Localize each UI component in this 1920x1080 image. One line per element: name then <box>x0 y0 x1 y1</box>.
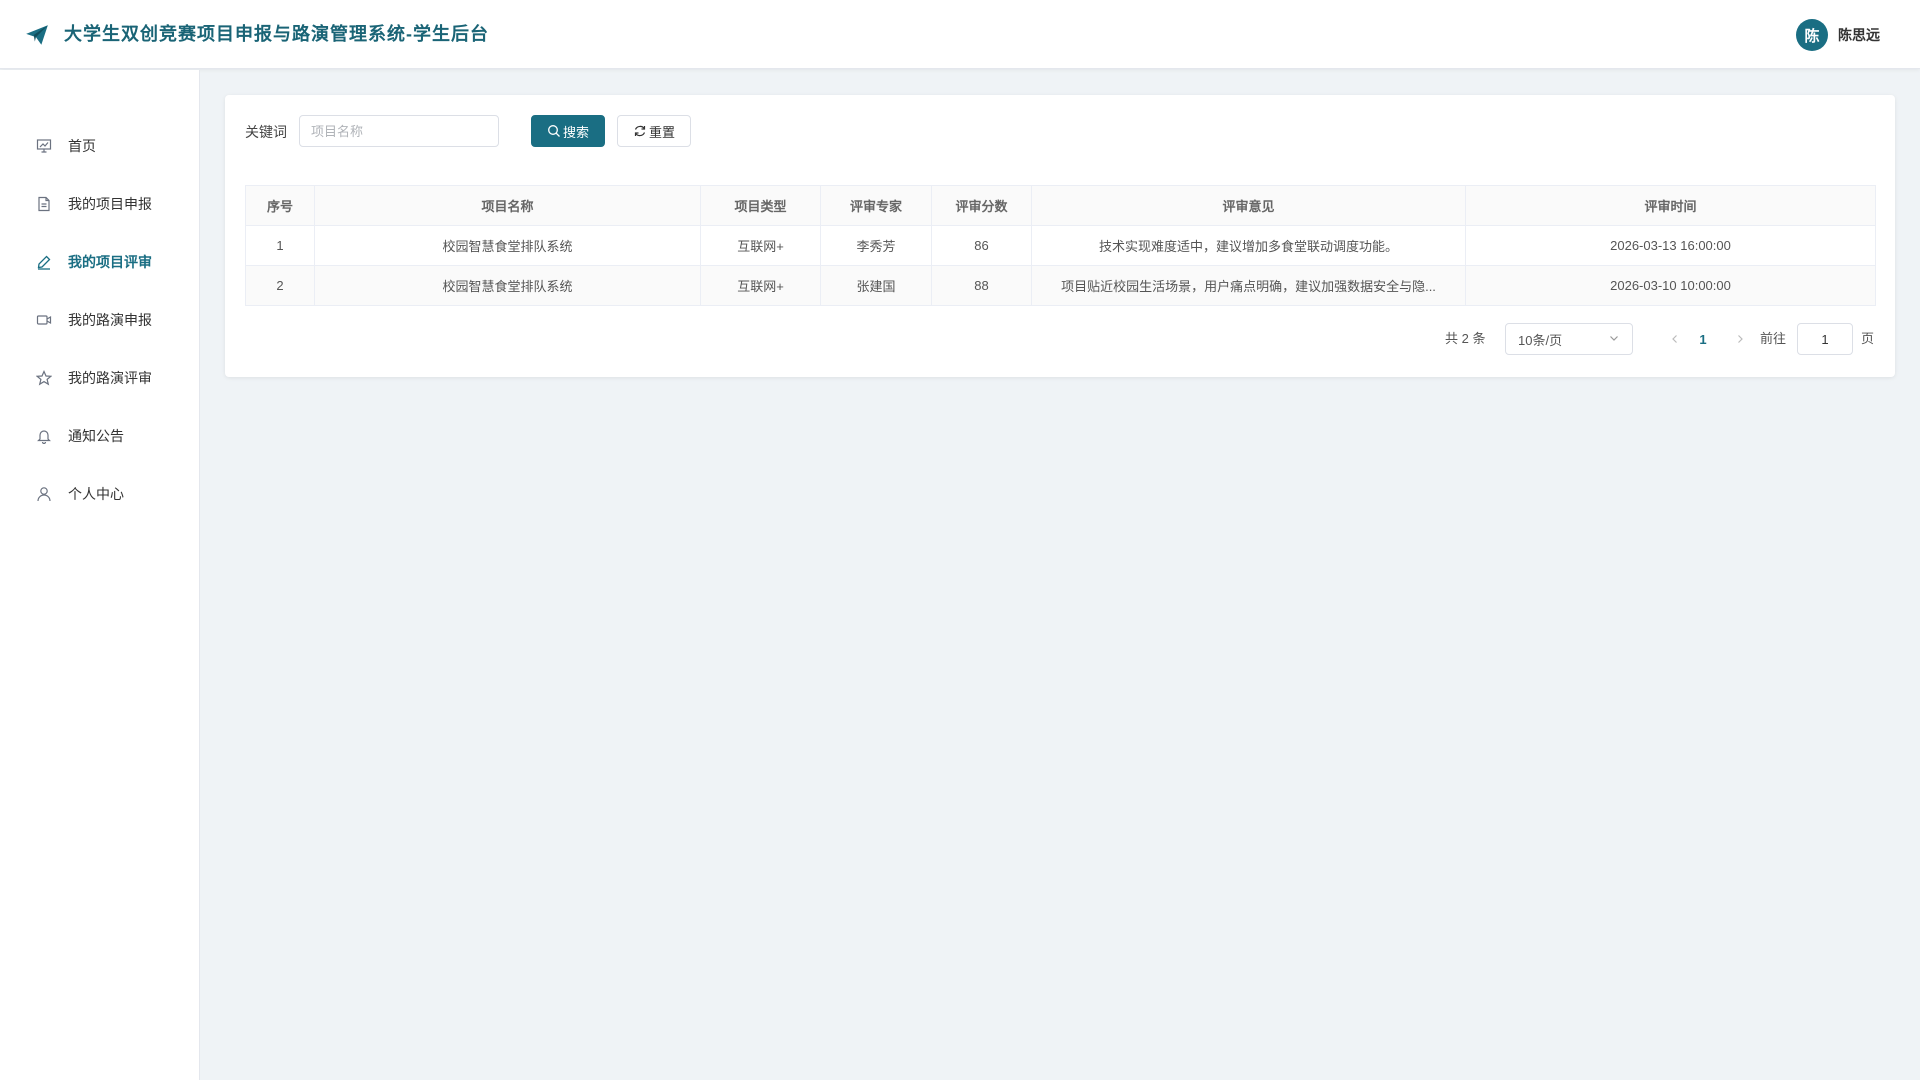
table-row[interactable]: 1 校园智慧食堂排队系统 互联网+ 李秀芳 86 技术实现难度适中，建议增加多食… <box>245 225 1876 266</box>
goto-label: 前往 <box>1760 331 1787 346</box>
cell-review-time: 2026-03-10 10:00:00 <box>1465 265 1876 306</box>
column-header-comment: 评审意见 <box>1031 185 1466 226</box>
sidebar-item-label: 我的项目评审 <box>68 254 152 270</box>
column-header-project-type: 项目类型 <box>700 185 821 226</box>
pagination-total: 共 2 条 <box>1445 331 1486 346</box>
presentation-icon <box>35 137 53 155</box>
page-size-value: 10条/页 <box>1518 332 1563 348</box>
top-header: 大学生双创竞赛项目申报与路演管理系统-学生后台 陈 陈思远 <box>0 0 1920 69</box>
user-name[interactable]: 陈思远 <box>1838 25 1880 45</box>
sidebar-item-roadshow-application[interactable]: 我的路演申报 <box>0 291 199 349</box>
video-camera-icon <box>35 311 53 329</box>
document-icon <box>35 195 53 213</box>
column-header-score: 评审分数 <box>931 185 1032 226</box>
user-icon <box>35 485 53 503</box>
cell-comment: 项目贴近校园生活场景，用户痛点明确，建议加强数据安全与隐... <box>1031 265 1466 306</box>
cell-comment: 技术实现难度适中，建议增加多食堂联动调度功能。 <box>1031 225 1466 266</box>
table-header-row: 序号 项目名称 项目类型 评审专家 评审分数 评审意见 评审时间 <box>245 185 1876 226</box>
cell-index: 2 <box>245 265 315 306</box>
sidebar-item-label: 我的路演申报 <box>68 312 152 328</box>
app-title: 大学生双创竞赛项目申报与路演管理系统-学生后台 <box>64 24 489 44</box>
column-header-reviewer: 评审专家 <box>820 185 932 226</box>
sidebar-item-label: 我的项目申报 <box>68 196 152 212</box>
cell-index: 1 <box>245 225 315 266</box>
chevron-left-icon <box>1670 331 1680 347</box>
column-header-index: 序号 <box>245 185 315 226</box>
cell-reviewer: 张建国 <box>820 265 932 306</box>
next-page-button[interactable] <box>1728 323 1752 355</box>
column-header-review-time: 评审时间 <box>1465 185 1876 226</box>
cell-review-time: 2026-03-13 16:00:00 <box>1465 225 1876 266</box>
search-button-label: 搜索 <box>562 124 589 140</box>
cell-score: 88 <box>931 265 1032 306</box>
search-button[interactable]: 搜索 <box>531 115 605 147</box>
cell-project-name: 校园智慧食堂排队系统 <box>314 265 701 306</box>
goto-page-input[interactable] <box>1797 323 1853 355</box>
cell-project-type: 互联网+ <box>700 225 821 266</box>
keyword-label: 关键词 <box>245 124 287 140</box>
reset-button-label: 重置 <box>648 124 675 140</box>
prev-page-button[interactable] <box>1663 323 1687 355</box>
sidebar-item-label: 首页 <box>68 138 96 154</box>
chevron-down-icon <box>1608 332 1620 347</box>
sidebar-item-label: 个人中心 <box>68 486 124 502</box>
bell-icon <box>35 427 53 445</box>
table-row[interactable]: 2 校园智慧食堂排队系统 互联网+ 张建国 88 项目贴近校园生活场景，用户痛点… <box>245 265 1876 306</box>
sidebar-item-profile[interactable]: 个人中心 <box>0 465 199 523</box>
sidebar-item-home[interactable]: 首页 <box>0 117 199 175</box>
cell-project-name: 校园智慧食堂排队系统 <box>314 225 701 266</box>
cell-score: 86 <box>931 225 1032 266</box>
sidebar-item-project-application[interactable]: 我的项目申报 <box>0 175 199 233</box>
sidebar: 首页 我的项目申报 我的项目评审 我的路演申报 我的路演评审 通知公告 个人中心 <box>0 70 200 1080</box>
page-size-select[interactable]: 10条/页 <box>1505 323 1633 355</box>
sidebar-item-label: 通知公告 <box>68 428 124 444</box>
goto-suffix: 页 <box>1861 331 1875 346</box>
search-icon <box>547 124 561 138</box>
sidebar-item-project-review[interactable]: 我的项目评审 <box>0 233 199 291</box>
review-table: 序号 项目名称 项目类型 评审专家 评审分数 评审意见 评审时间 1 校园智慧食… <box>245 185 1876 306</box>
reset-button[interactable]: 重置 <box>617 115 691 147</box>
star-icon <box>35 369 53 387</box>
cell-reviewer: 李秀芳 <box>820 225 932 266</box>
review-list-card: 关键词 搜索 重置 序号 项目名称 项目类型 评审专家 评审分数 评审意见 评审… <box>225 95 1895 377</box>
paper-plane-icon <box>24 22 50 48</box>
sidebar-item-notices[interactable]: 通知公告 <box>0 407 199 465</box>
sidebar-item-label: 我的路演评审 <box>68 370 152 386</box>
chevron-right-icon <box>1735 331 1745 347</box>
avatar[interactable]: 陈 <box>1796 19 1828 51</box>
page-number-button[interactable]: 1 <box>1691 323 1715 355</box>
pen-icon <box>35 253 53 271</box>
keyword-input[interactable] <box>299 115 499 147</box>
user-menu[interactable]: 陈 陈思远 <box>1796 19 1880 51</box>
cell-project-type: 互联网+ <box>700 265 821 306</box>
refresh-icon <box>633 124 647 138</box>
sidebar-item-roadshow-review[interactable]: 我的路演评审 <box>0 349 199 407</box>
column-header-project-name: 项目名称 <box>314 185 701 226</box>
